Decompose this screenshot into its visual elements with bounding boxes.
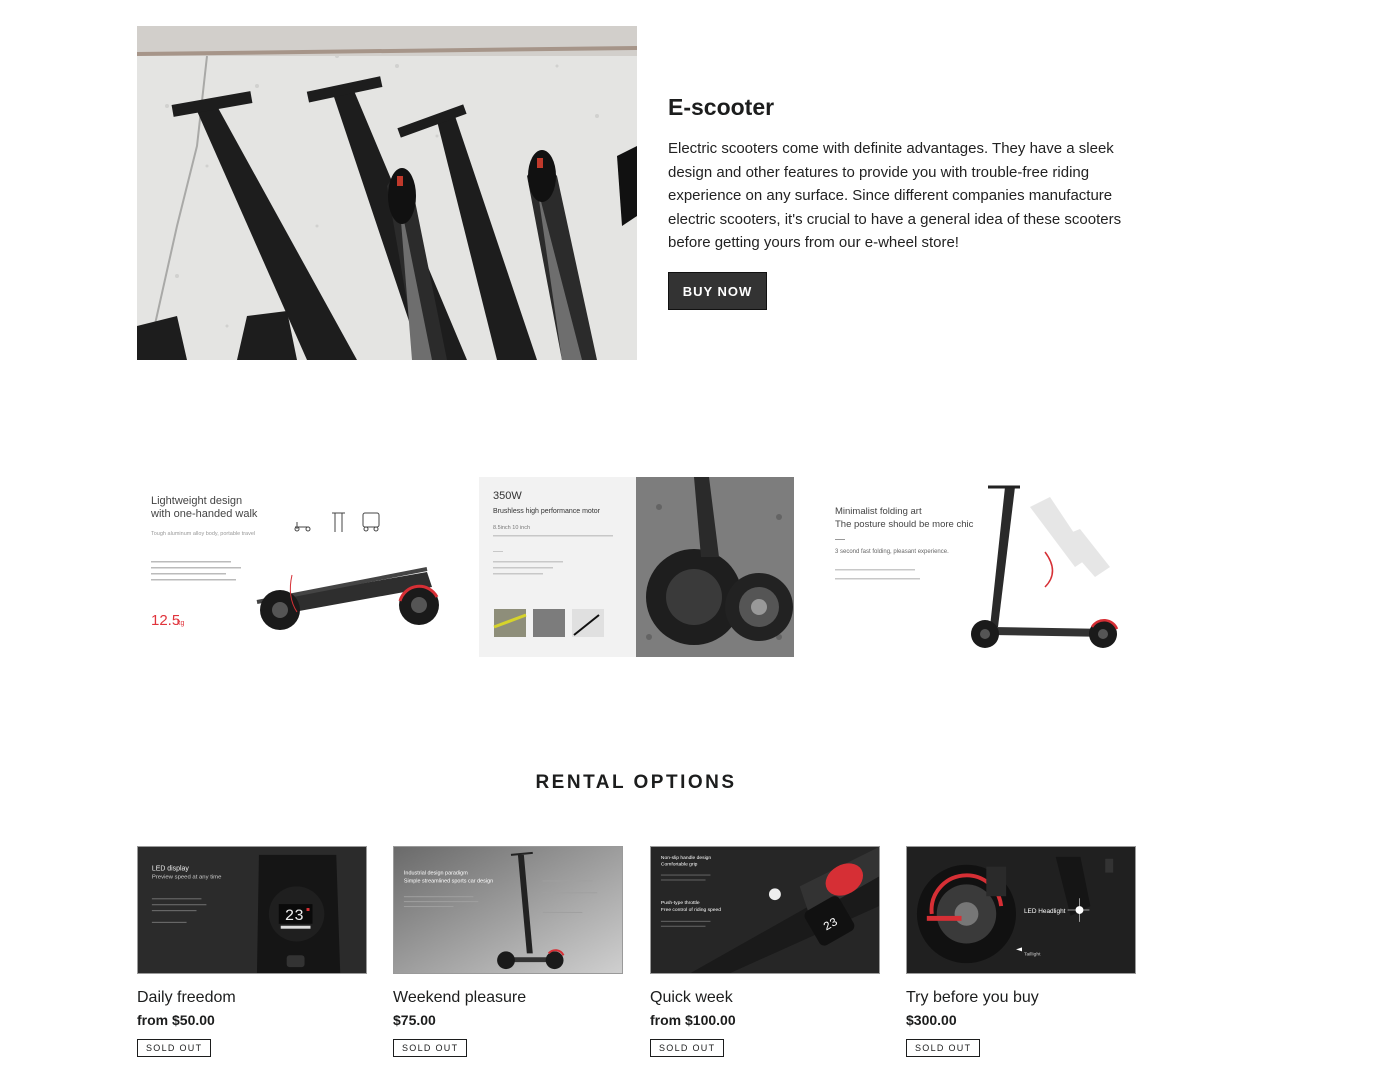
product-title[interactable]: Try before you buy: [906, 988, 1136, 1008]
feature-image-lightweight: Lightweight design with one-handed walk …: [137, 477, 457, 657]
product-card-quick-week[interactable]: Non-slip handle design Comfortable grip …: [650, 846, 880, 1057]
gallery-text-2c: 8.5inch 10 inch: [493, 525, 530, 531]
image-text: Comfortable grip: [661, 862, 698, 868]
hero-text-block: E-scooter Electric scooters come with de…: [668, 92, 1138, 255]
product-title[interactable]: Weekend pleasure: [393, 988, 623, 1008]
gallery-weight: 12.5: [151, 612, 180, 629]
gallery-text-3b: The posture should be more chic: [835, 519, 974, 530]
product-image[interactable]: Industrial design paradigm Simple stream…: [393, 846, 623, 974]
image-text: Non-slip handle design: [661, 855, 712, 861]
image-text: LED Headlight: [1024, 908, 1066, 915]
product-price: $300.00: [906, 1012, 957, 1028]
product-price: $75.00: [393, 1012, 436, 1028]
gallery-text-2a: 350W: [493, 490, 522, 502]
buy-now-button[interactable]: BUY NOW: [668, 272, 767, 310]
sold-out-badge: SOLD OUT: [393, 1039, 468, 1057]
gallery-text-3c: 3 second fast folding, pleasant experien…: [835, 549, 949, 555]
product-card-try-before-you-buy[interactable]: LED Headlight Taillight Try before you b…: [906, 846, 1136, 1057]
image-text: Push-type throttle: [661, 900, 700, 906]
sold-out-badge: SOLD OUT: [137, 1039, 212, 1057]
gallery-text-1a: Lightweight design: [151, 495, 242, 507]
rental-options-heading: RENTAL OPTIONS: [535, 772, 737, 793]
image-text: Free control of riding speed: [661, 907, 721, 913]
image-text: Taillight: [1024, 951, 1041, 957]
image-text: LED display: [152, 866, 190, 873]
product-image[interactable]: LED display Preview speed at any time 23: [137, 846, 367, 974]
gallery-text-1b: with one-handed walk: [150, 508, 258, 520]
product-image[interactable]: LED Headlight Taillight: [906, 846, 1136, 974]
product-image[interactable]: Non-slip handle design Comfortable grip …: [650, 846, 880, 974]
sold-out-badge: SOLD OUT: [906, 1039, 981, 1057]
product-price: from $100.00: [650, 1012, 736, 1028]
product-price: from $50.00: [137, 1012, 215, 1028]
hero-description: Electric scooters come with definite adv…: [668, 140, 1122, 251]
feature-image-motor: 350W Brushless high performance motor 8.…: [479, 477, 794, 657]
product-title[interactable]: Daily freedom: [137, 988, 367, 1008]
image-text: Preview speed at any time: [152, 875, 222, 881]
gallery-weight-unit: kg: [177, 620, 185, 627]
sold-out-badge: SOLD OUT: [650, 1039, 725, 1057]
product-title[interactable]: Quick week: [650, 988, 880, 1008]
gallery-text-3a: Minimalist folding art: [835, 506, 922, 517]
display-number: 23: [285, 907, 304, 925]
hero-title: E-scooter: [668, 94, 775, 120]
gallery-text-1c: Tough aluminum alloy body, portable trav…: [151, 531, 255, 537]
image-text: Industrial design paradigm: [404, 871, 468, 877]
gallery-text-2b: Brushless high performance motor: [493, 508, 601, 515]
product-card-daily-freedom[interactable]: LED display Preview speed at any time 23…: [137, 846, 367, 1057]
hero-image: [137, 26, 637, 360]
feature-image-folding: Minimalist folding art The posture shoul…: [820, 477, 1140, 657]
product-card-weekend-pleasure[interactable]: Industrial design paradigm Simple stream…: [393, 846, 623, 1057]
image-text: Simple streamlined sports car design: [404, 878, 493, 884]
